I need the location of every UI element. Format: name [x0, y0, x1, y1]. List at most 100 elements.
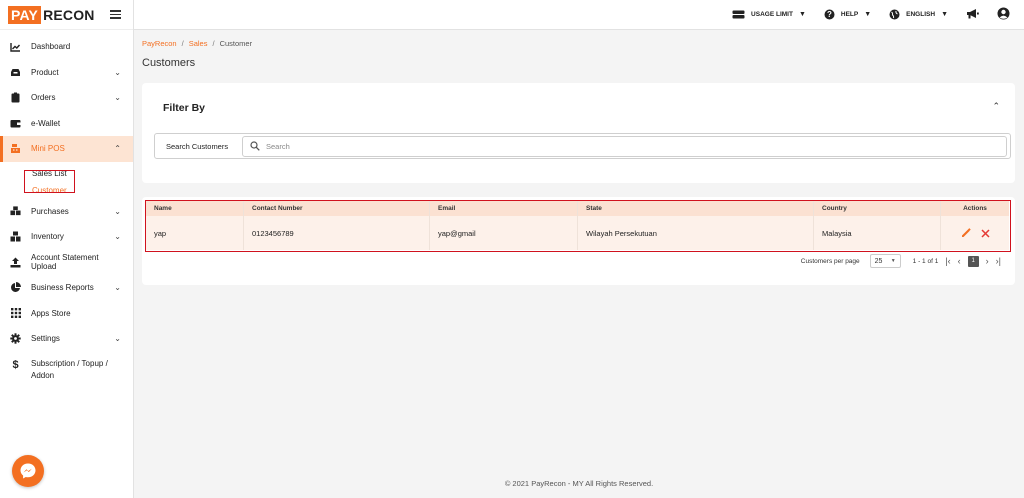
- megaphone-icon: [966, 8, 979, 21]
- messenger-chat-button[interactable]: [12, 455, 44, 487]
- customers-table: Name Contact Number Email State Country …: [145, 200, 1011, 252]
- help-label: HELP: [840, 11, 859, 18]
- column-header-email: Email: [430, 201, 578, 216]
- announcement-button[interactable]: [966, 8, 979, 21]
- cell-name: yap: [146, 216, 244, 250]
- boxes-icon: [10, 206, 21, 217]
- sidebar-item-label: Purchases: [31, 206, 69, 216]
- customers-table-card: Name Contact Number Email State Country …: [142, 197, 1015, 285]
- help-menu[interactable]: ? HELP ▼: [824, 9, 871, 20]
- column-header-name: Name: [146, 201, 244, 216]
- messenger-icon: [20, 463, 36, 479]
- chevron-down-icon: ⌄: [114, 334, 121, 344]
- user-circle-icon: [997, 7, 1010, 22]
- per-page-select[interactable]: 25 ▼: [869, 254, 901, 268]
- search-input-wrapper[interactable]: [242, 135, 1007, 157]
- chevron-up-icon[interactable]: ⌃: [992, 101, 1000, 112]
- sidebar-item-ewallet[interactable]: e-Wallet: [0, 111, 133, 137]
- table-row[interactable]: yap 0123456789 yap@gmail Wilayah Perseku…: [146, 216, 1009, 250]
- chevron-down-icon: ⌄: [114, 232, 121, 242]
- sidebar-item-subscription[interactable]: $ Subscription / Topup / Addon: [0, 352, 133, 388]
- sidebar-item-label: Mini POS: [31, 144, 65, 154]
- chevron-down-icon: ⌄: [114, 206, 121, 216]
- help-icon: ?: [824, 9, 835, 20]
- logo-recon: RECON: [43, 6, 95, 23]
- per-page-label: Customers per page: [800, 257, 860, 265]
- pagination: Customers per page 25 ▼ 1 - 1 of 1 |‹ ‹ …: [801, 254, 1001, 268]
- main-content: PayRecon / Sales / Customer Customers Fi…: [142, 30, 1015, 285]
- cash-register-icon: [10, 143, 21, 154]
- cell-email: yap@gmail: [430, 216, 578, 250]
- pencil-icon: [961, 228, 971, 237]
- search-icon: [250, 141, 260, 151]
- chart-line-icon: [10, 41, 21, 52]
- inbox-icon: [10, 67, 21, 78]
- logo-row: PAY RECON: [0, 0, 133, 30]
- grid-icon: [10, 308, 21, 319]
- last-page-button[interactable]: ›|: [996, 256, 1001, 266]
- sidebar-item-label: Product: [31, 67, 59, 77]
- sidebar-item-settings[interactable]: Settings ⌄: [0, 326, 133, 352]
- highlight-box-customer: [24, 170, 75, 193]
- sidebar-item-label: Apps Store: [31, 308, 71, 318]
- prev-page-button[interactable]: ‹: [958, 256, 961, 266]
- sidebar-item-label: Business Reports: [31, 283, 94, 293]
- sidebar-item-purchases[interactable]: Purchases ⌄: [0, 199, 133, 225]
- caret-down-icon: ▼: [890, 258, 896, 264]
- chevron-down-icon: ⌄: [114, 283, 121, 293]
- server-icon: [732, 10, 745, 19]
- dollar-icon: $: [12, 359, 19, 371]
- sidebar-item-inventory[interactable]: Inventory ⌄: [0, 224, 133, 250]
- sidebar: PAY RECON Dashboard Product ⌄ Orders ⌄ e…: [0, 0, 134, 498]
- cell-contact: 0123456789: [244, 216, 430, 250]
- topbar: USAGE LIMIT ▼ ? HELP ▼ ENGLISH ▼: [134, 0, 1024, 30]
- delete-button[interactable]: [980, 228, 990, 238]
- breadcrumb-sales-link[interactable]: Sales: [189, 39, 208, 48]
- sidebar-item-label: Dashboard: [31, 42, 71, 52]
- sidebar-item-label: Subscription / Topup / Addon: [31, 358, 108, 380]
- globe-icon: [889, 9, 900, 20]
- edit-button[interactable]: [961, 228, 971, 238]
- search-customers-label: Search Customers: [166, 141, 229, 151]
- column-header-state: State: [578, 201, 814, 216]
- per-page-value: 25: [874, 257, 883, 265]
- sidebar-item-orders[interactable]: Orders ⌄: [0, 85, 133, 111]
- usage-limit-menu[interactable]: USAGE LIMIT ▼: [732, 10, 806, 19]
- sidebar-item-product[interactable]: Product ⌄: [0, 60, 133, 86]
- breadcrumb-separator: /: [212, 39, 215, 48]
- column-header-actions: Actions: [963, 205, 987, 212]
- sidebar-item-mini-pos[interactable]: Mini POS ⌃: [0, 136, 133, 162]
- svg-text:?: ?: [827, 10, 832, 19]
- next-page-button[interactable]: ›: [986, 256, 989, 266]
- sidebar-item-label: Settings: [31, 334, 60, 344]
- chevron-up-icon: ⌃: [114, 144, 121, 154]
- sidebar-item-apps-store[interactable]: Apps Store: [0, 301, 133, 327]
- page-range: 1 - 1 of 1: [912, 257, 939, 265]
- chevron-down-icon: ⌄: [114, 67, 121, 77]
- language-label: ENGLISH: [906, 11, 936, 18]
- sidebar-item-label: Orders: [31, 93, 56, 103]
- account-button[interactable]: [997, 7, 1010, 22]
- first-page-button[interactable]: |‹: [945, 256, 950, 266]
- breadcrumb-root-link[interactable]: PayRecon: [142, 39, 177, 48]
- sidebar-item-label: e-Wallet: [31, 118, 61, 128]
- language-menu[interactable]: ENGLISH ▼: [889, 9, 948, 20]
- usage-limit-label: USAGE LIMIT: [751, 11, 793, 18]
- sidebar-item-account-statement-upload[interactable]: Account Statement Upload: [0, 250, 133, 276]
- table-header-row: Name Contact Number Email State Country …: [146, 201, 1009, 216]
- column-header-contact: Contact Number: [244, 201, 430, 216]
- sidebar-item-label: Inventory: [31, 232, 64, 242]
- clipboard-icon: [10, 92, 21, 103]
- current-page[interactable]: 1: [967, 255, 979, 267]
- payrecon-logo[interactable]: PAY RECON: [8, 5, 95, 24]
- caret-down-icon: ▼: [941, 11, 948, 18]
- hamburger-menu-icon[interactable]: [110, 10, 121, 19]
- breadcrumb-separator: /: [181, 39, 184, 48]
- gear-icon: [10, 333, 21, 344]
- sidebar-item-business-reports[interactable]: Business Reports ⌄: [0, 275, 133, 301]
- breadcrumb: PayRecon / Sales / Customer: [142, 39, 1015, 48]
- filter-title: Filter By: [163, 102, 206, 114]
- search-input[interactable]: [266, 141, 1006, 151]
- caret-down-icon: ▼: [798, 11, 806, 18]
- sidebar-item-dashboard[interactable]: Dashboard: [0, 34, 133, 60]
